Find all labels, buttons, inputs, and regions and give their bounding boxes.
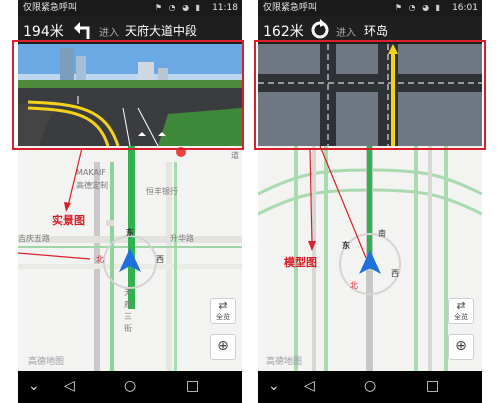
annotation-arrows (17, 145, 367, 260)
realview-annotation-label: 实景图 (52, 214, 85, 227)
model-annotation-label: 模型图 (284, 256, 317, 269)
